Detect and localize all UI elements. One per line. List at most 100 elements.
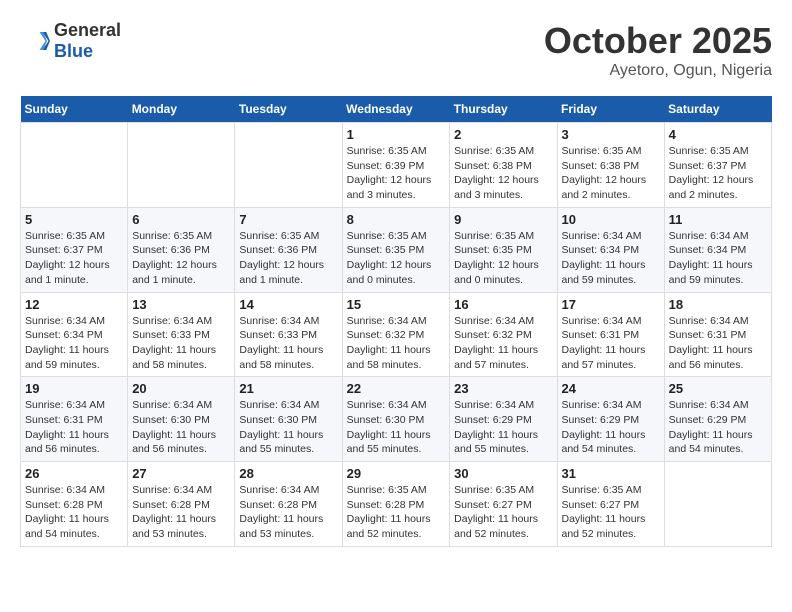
day-number: 17 bbox=[562, 297, 660, 312]
calendar-day-cell: 10Sunrise: 6:34 AM Sunset: 6:34 PM Dayli… bbox=[557, 207, 664, 292]
day-info: Sunrise: 6:35 AM Sunset: 6:35 PM Dayligh… bbox=[454, 229, 552, 288]
day-number: 4 bbox=[669, 127, 767, 142]
calendar-day-cell: 7Sunrise: 6:35 AM Sunset: 6:36 PM Daylig… bbox=[235, 207, 342, 292]
day-info: Sunrise: 6:35 AM Sunset: 6:35 PM Dayligh… bbox=[347, 229, 446, 288]
day-info: Sunrise: 6:34 AM Sunset: 6:34 PM Dayligh… bbox=[562, 229, 660, 288]
day-info: Sunrise: 6:34 AM Sunset: 6:29 PM Dayligh… bbox=[669, 398, 767, 457]
logo: General Blue bbox=[20, 20, 121, 62]
day-info: Sunrise: 6:35 AM Sunset: 6:39 PM Dayligh… bbox=[347, 144, 446, 203]
calendar-day-cell: 24Sunrise: 6:34 AM Sunset: 6:29 PM Dayli… bbox=[557, 377, 664, 462]
calendar-day-cell: 18Sunrise: 6:34 AM Sunset: 6:31 PM Dayli… bbox=[664, 292, 771, 377]
calendar-day-cell: 16 Sunrise: 6:34 AM Sunset: 6:32 PM Dayli… bbox=[450, 292, 557, 377]
calendar-week-row: 5Sunrise: 6:35 AM Sunset: 6:37 PM Daylig… bbox=[21, 207, 772, 292]
day-number: 19 bbox=[25, 381, 123, 396]
subtitle: Ayetoro, Ogun, Nigeria bbox=[544, 62, 772, 80]
day-number: 20 bbox=[132, 381, 230, 396]
calendar-day-cell bbox=[21, 123, 128, 208]
calendar-header-row: SundayMondayTuesdayWednesdayThursdayFrid… bbox=[21, 96, 772, 123]
calendar-day-cell: 11Sunrise: 6:34 AM Sunset: 6:34 PM Dayli… bbox=[664, 207, 771, 292]
day-number: 22 bbox=[347, 381, 446, 396]
calendar-day-cell: 30Sunrise: 6:35 AM Sunset: 6:27 PM Dayli… bbox=[450, 462, 557, 547]
calendar-day-cell: 26Sunrise: 6:34 AM Sunset: 6:28 PM Dayli… bbox=[21, 462, 128, 547]
day-info: Sunrise: 6:35 AM Sunset: 6:37 PM Dayligh… bbox=[25, 229, 123, 288]
calendar-day-cell bbox=[664, 462, 771, 547]
day-info: Sunrise: 6:35 AM Sunset: 6:37 PM Dayligh… bbox=[669, 144, 767, 203]
calendar-day-cell: 29 Sunrise: 6:35 AM Sunset: 6:28 PM Dayli… bbox=[342, 462, 450, 547]
day-info: Sunrise: 6:35 AM Sunset: 6:27 PM Dayligh… bbox=[454, 483, 552, 542]
day-info: Sunrise: 6:35 AM Sunset: 6:36 PM Dayligh… bbox=[239, 229, 337, 288]
day-of-week-header: Monday bbox=[128, 96, 235, 123]
day-number: 29 bbox=[347, 466, 446, 481]
calendar-week-row: 1 Sunrise: 6:35 AM Sunset: 6:39 PM Daylig… bbox=[21, 123, 772, 208]
day-info: Sunrise: 6:35 AM Sunset: 6:38 PM Dayligh… bbox=[562, 144, 660, 203]
calendar-day-cell bbox=[235, 123, 342, 208]
logo-blue-text: Blue bbox=[54, 41, 121, 62]
day-number: 27 bbox=[132, 466, 230, 481]
day-number: 14 bbox=[239, 297, 337, 312]
day-number: 16 bbox=[454, 297, 552, 312]
logo-general-text: General bbox=[54, 20, 121, 41]
day-info: Sunrise: 6:34 AM Sunset: 6:33 PM Dayligh… bbox=[239, 314, 337, 373]
day-of-week-header: Friday bbox=[557, 96, 664, 123]
calendar-day-cell: 17 Sunrise: 6:34 AM Sunset: 6:31 PM Dayli… bbox=[557, 292, 664, 377]
day-info: Sunrise: 6:34 AM Sunset: 6:29 PM Dayligh… bbox=[454, 398, 552, 457]
calendar-day-cell: 21 Sunrise: 6:34 AM Sunset: 6:30 PM Dayli… bbox=[235, 377, 342, 462]
day-info: Sunrise: 6:34 AM Sunset: 6:32 PM Dayligh… bbox=[347, 314, 446, 373]
calendar-day-cell: 5Sunrise: 6:35 AM Sunset: 6:37 PM Daylig… bbox=[21, 207, 128, 292]
calendar-table: SundayMondayTuesdayWednesdayThursdayFrid… bbox=[20, 96, 772, 547]
day-number: 13 bbox=[132, 297, 230, 312]
day-number: 3 bbox=[562, 127, 660, 142]
day-of-week-header: Sunday bbox=[21, 96, 128, 123]
calendar-day-cell: 27 Sunrise: 6:34 AM Sunset: 6:28 PM Dayli… bbox=[128, 462, 235, 547]
day-number: 26 bbox=[25, 466, 123, 481]
day-info: Sunrise: 6:35 AM Sunset: 6:36 PM Dayligh… bbox=[132, 229, 230, 288]
calendar-day-cell: 14 Sunrise: 6:34 AM Sunset: 6:33 PM Dayli… bbox=[235, 292, 342, 377]
calendar-week-row: 26 Sunrise: 6:34 AM Sunset: 6:28 PM Dayli… bbox=[21, 462, 772, 547]
day-of-week-header: Wednesday bbox=[342, 96, 450, 123]
day-info: Sunrise: 6:34 AM Sunset: 6:28 PM Dayligh… bbox=[132, 483, 230, 542]
day-of-week-header: Thursday bbox=[450, 96, 557, 123]
day-info: Sunrise: 6:34 AM Sunset: 6:34 PM Dayligh… bbox=[25, 314, 123, 373]
month-title: October 2025 bbox=[544, 20, 772, 62]
day-info: Sunrise: 6:34 AM Sunset: 6:31 PM Dayligh… bbox=[25, 398, 123, 457]
calendar-day-cell: 13 Sunrise: 6:34 AM Sunset: 6:33 PM Dayli… bbox=[128, 292, 235, 377]
calendar-day-cell bbox=[128, 123, 235, 208]
day-number: 8 bbox=[347, 212, 446, 227]
day-number: 24 bbox=[562, 381, 660, 396]
day-of-week-header: Tuesday bbox=[235, 96, 342, 123]
day-info: Sunrise: 6:34 AM Sunset: 6:31 PM Dayligh… bbox=[562, 314, 660, 373]
day-of-week-header: Saturday bbox=[664, 96, 771, 123]
day-number: 23 bbox=[454, 381, 552, 396]
calendar-day-cell: 2 Sunrise: 6:35 AM Sunset: 6:38 PM Daylig… bbox=[450, 123, 557, 208]
title-area: October 2025 Ayetoro, Ogun, Nigeria bbox=[544, 20, 772, 80]
day-info: Sunrise: 6:34 AM Sunset: 6:32 PM Dayligh… bbox=[454, 314, 552, 373]
day-info: Sunrise: 6:35 AM Sunset: 6:28 PM Dayligh… bbox=[347, 483, 446, 542]
day-number: 28 bbox=[239, 466, 337, 481]
day-number: 1 bbox=[347, 127, 446, 142]
day-info: Sunrise: 6:34 AM Sunset: 6:30 PM Dayligh… bbox=[347, 398, 446, 457]
calendar-week-row: 12Sunrise: 6:34 AM Sunset: 6:34 PM Dayli… bbox=[21, 292, 772, 377]
day-number: 6 bbox=[132, 212, 230, 227]
day-info: Sunrise: 6:34 AM Sunset: 6:28 PM Dayligh… bbox=[239, 483, 337, 542]
day-number: 18 bbox=[669, 297, 767, 312]
day-info: Sunrise: 6:35 AM Sunset: 6:38 PM Dayligh… bbox=[454, 144, 552, 203]
calendar-day-cell: 22 Sunrise: 6:34 AM Sunset: 6:30 PM Dayli… bbox=[342, 377, 450, 462]
day-number: 2 bbox=[454, 127, 552, 142]
calendar-day-cell: 23 Sunrise: 6:34 AM Sunset: 6:29 PM Dayli… bbox=[450, 377, 557, 462]
day-number: 21 bbox=[239, 381, 337, 396]
day-info: Sunrise: 6:34 AM Sunset: 6:33 PM Dayligh… bbox=[132, 314, 230, 373]
calendar-day-cell: 4 Sunrise: 6:35 AM Sunset: 6:37 PM Daylig… bbox=[664, 123, 771, 208]
calendar-day-cell: 8 Sunrise: 6:35 AM Sunset: 6:35 PM Daylig… bbox=[342, 207, 450, 292]
calendar-day-cell: 9 Sunrise: 6:35 AM Sunset: 6:35 PM Daylig… bbox=[450, 207, 557, 292]
day-number: 9 bbox=[454, 212, 552, 227]
header: General Blue October 2025 Ayetoro, Ogun,… bbox=[20, 20, 772, 80]
day-info: Sunrise: 6:34 AM Sunset: 6:30 PM Dayligh… bbox=[239, 398, 337, 457]
day-info: Sunrise: 6:34 AM Sunset: 6:34 PM Dayligh… bbox=[669, 229, 767, 288]
calendar-day-cell: 12Sunrise: 6:34 AM Sunset: 6:34 PM Dayli… bbox=[21, 292, 128, 377]
calendar-day-cell: 20Sunrise: 6:34 AM Sunset: 6:30 PM Dayli… bbox=[128, 377, 235, 462]
calendar-day-cell: 19 Sunrise: 6:34 AM Sunset: 6:31 PM Dayli… bbox=[21, 377, 128, 462]
calendar-day-cell: 28 Sunrise: 6:34 AM Sunset: 6:28 PM Dayli… bbox=[235, 462, 342, 547]
calendar-day-cell: 1 Sunrise: 6:35 AM Sunset: 6:39 PM Daylig… bbox=[342, 123, 450, 208]
calendar-day-cell: 15 Sunrise: 6:34 AM Sunset: 6:32 PM Dayli… bbox=[342, 292, 450, 377]
day-number: 15 bbox=[347, 297, 446, 312]
